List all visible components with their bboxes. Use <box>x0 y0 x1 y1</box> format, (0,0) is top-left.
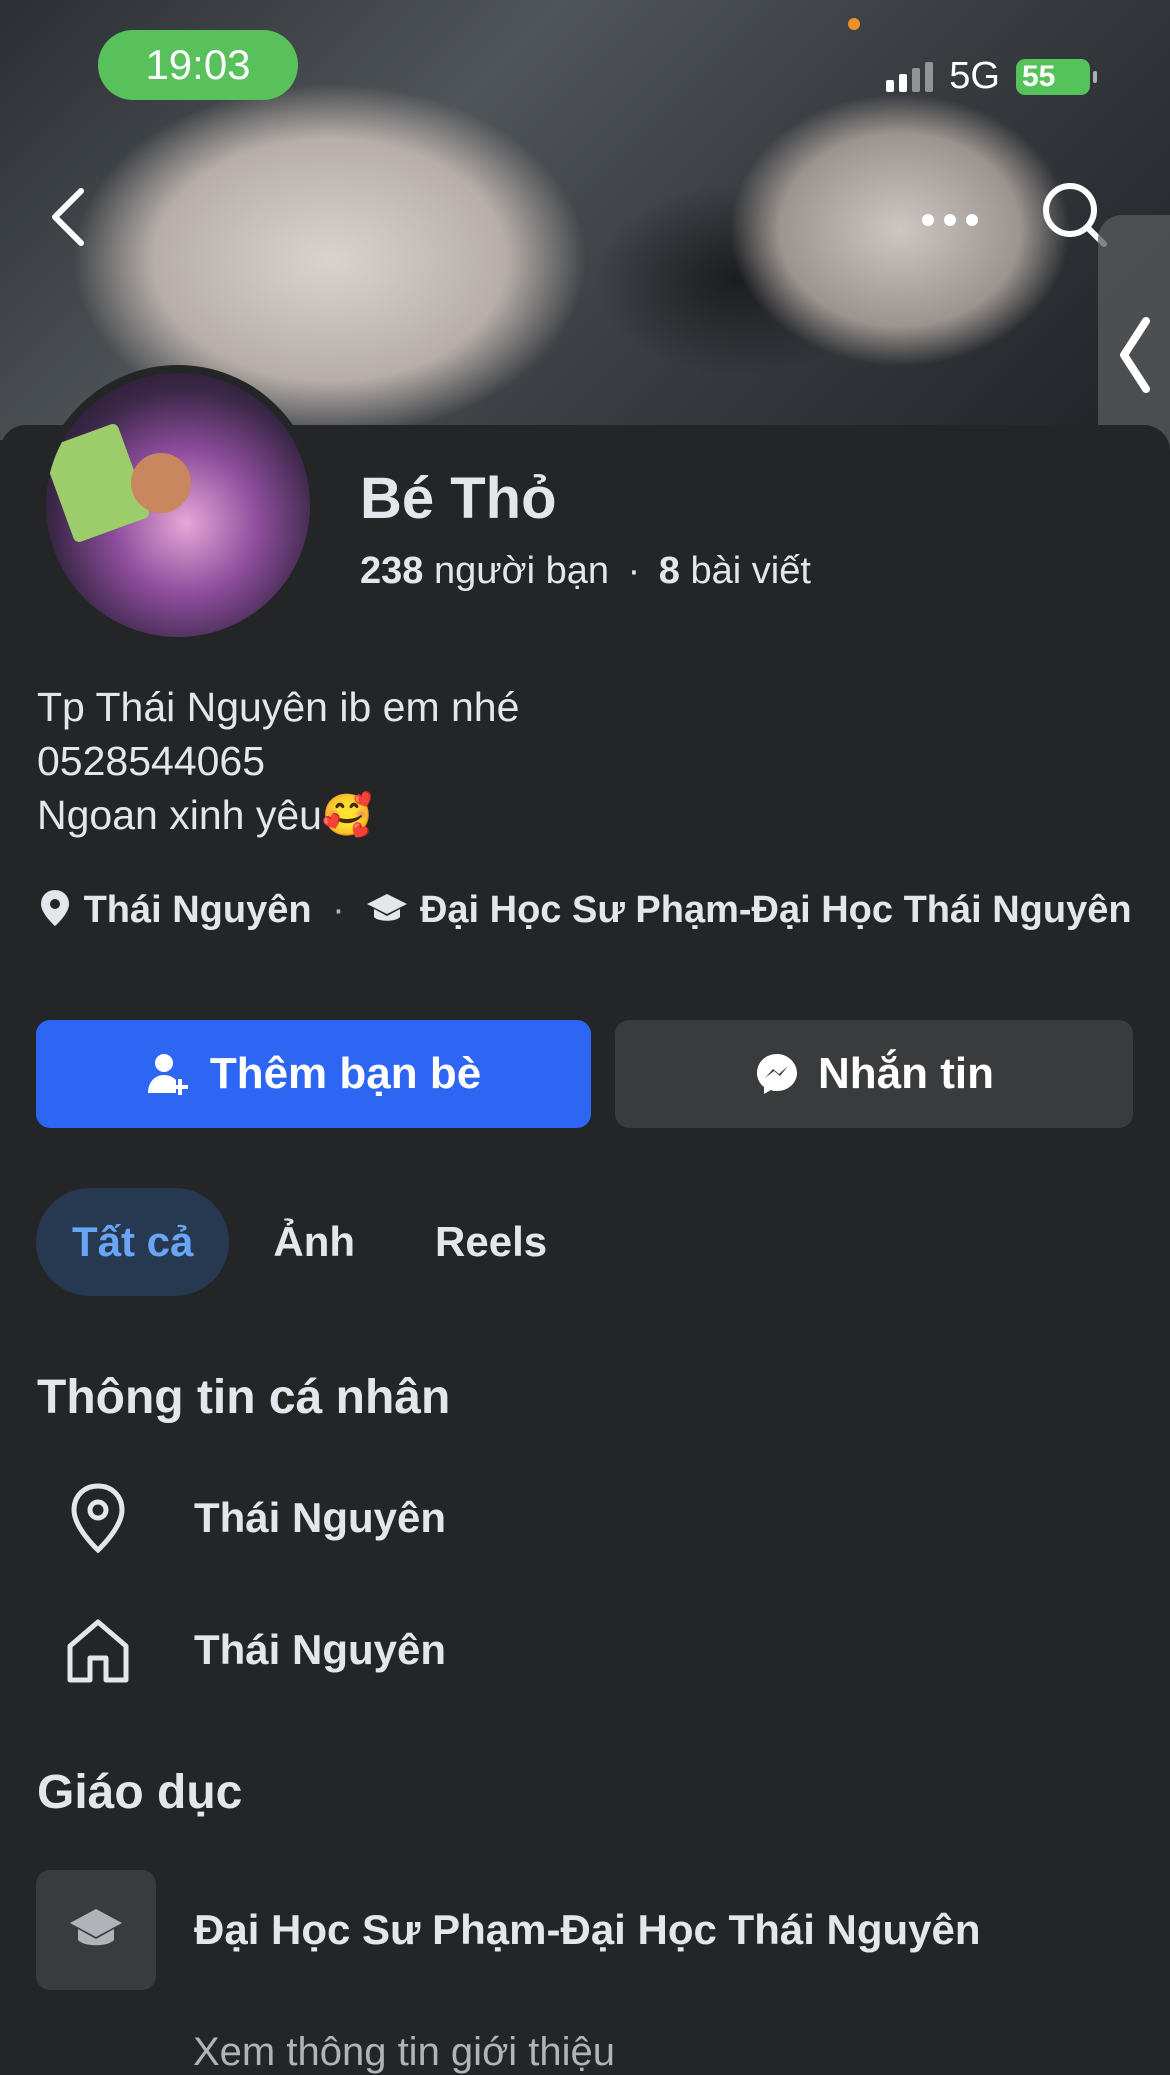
battery-icon: 55 <box>1016 58 1097 95</box>
profile-name: Bé Thỏ <box>360 466 557 531</box>
see-more-link[interactable]: Xem thông tin giới thiệu <box>193 2030 615 2075</box>
stat-separator: · <box>627 550 641 592</box>
status-time: 19:03 <box>98 30 298 100</box>
education-title: Giáo dục <box>37 1766 243 1819</box>
chevron-left-icon <box>1120 317 1150 393</box>
profile-bio: Tp Thái Nguyên ib em nhé 0528544065 Ngoa… <box>37 680 519 842</box>
avatar[interactable] <box>38 365 318 645</box>
info-row-location[interactable]: Thái Nguyên <box>58 1478 446 1558</box>
profile-stats: 238 người bạn · 8 bài viết <box>360 550 811 593</box>
info-row-hometown[interactable]: Thái Nguyên <box>58 1610 446 1690</box>
posts-label: bài viết <box>690 550 811 592</box>
profile-tabs: Tất cả Ảnh Reels <box>36 1188 583 1296</box>
graduation-cap-icon <box>36 1870 156 1990</box>
chevron-left-icon[interactable] <box>45 185 95 249</box>
privacy-indicator <box>848 18 860 30</box>
message-button[interactable]: Nhắn tin <box>615 1020 1133 1128</box>
meta-school: Đại Học Sư Phạm-Đại Học Thái Nguyên <box>419 889 1132 931</box>
location-pin-icon <box>41 890 69 926</box>
home-icon <box>58 1610 138 1690</box>
status-icons: 5G 55 <box>886 55 1097 98</box>
info-hometown-text: Thái Nguyên <box>194 1626 447 1673</box>
friends-label[interactable]: người bạn <box>434 550 609 592</box>
education-item[interactable]: Đại Học Sư Phạm-Đại Học Thái Nguyên <box>36 1870 981 1990</box>
add-friend-icon <box>147 1054 188 1095</box>
tab-photos[interactable]: Ảnh <box>237 1188 391 1296</box>
meta-location: Thái Nguyên <box>83 889 312 931</box>
tab-all[interactable]: Tất cả <box>36 1188 230 1296</box>
tab-reels[interactable]: Reels <box>399 1188 583 1296</box>
add-friend-button[interactable]: Thêm bạn bè <box>36 1020 591 1128</box>
network-type: 5G <box>949 55 1000 97</box>
messenger-icon <box>757 1054 797 1094</box>
graduation-cap-icon <box>367 894 408 921</box>
bio-line: Ngoan xinh yêu🥰 <box>37 792 373 838</box>
personal-info-title: Thông tin cá nhân <box>37 1371 451 1424</box>
info-location-text: Thái Nguyên <box>194 1494 447 1541</box>
meta-separator: · <box>332 889 345 931</box>
signal-icon <box>886 61 934 92</box>
friends-count[interactable]: 238 <box>360 550 423 592</box>
location-pin-icon <box>58 1478 138 1558</box>
education-school: Đại Học Sư Phạm-Đại Học Thái Nguyên <box>194 1906 981 1953</box>
more-horizontal-icon[interactable] <box>918 200 982 240</box>
add-friend-label: Thêm bạn bè <box>209 1049 482 1098</box>
profile-meta: Thái Nguyên · Đại Học Sư Phạm-Đại Học Th… <box>37 885 1137 935</box>
posts-count: 8 <box>658 550 680 592</box>
bio-line: 0528544065 <box>37 738 266 784</box>
message-label: Nhắn tin <box>818 1049 994 1098</box>
bio-line: Tp Thái Nguyên ib em nhé <box>37 684 520 730</box>
